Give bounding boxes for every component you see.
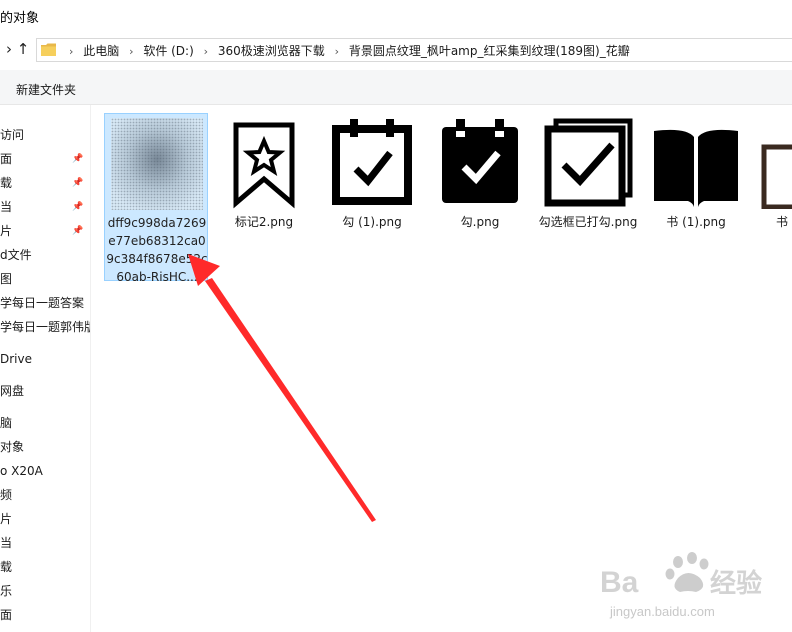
- watermark-url: jingyan.baidu.com: [609, 604, 715, 619]
- annotation-arrow: [188, 254, 376, 522]
- baidu-watermark: Ba 经验 jingyan.baidu.com: [600, 552, 762, 619]
- svg-text:经验: 经验: [710, 568, 762, 598]
- svg-text:Ba: Ba: [600, 566, 639, 599]
